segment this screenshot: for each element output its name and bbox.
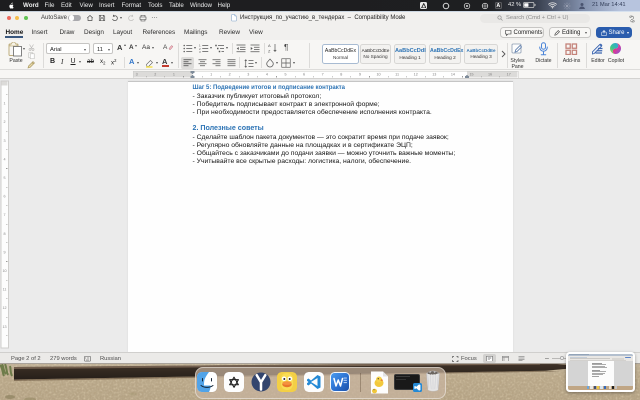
- svg-text:Z: Z: [268, 49, 271, 54]
- svg-text:12: 12: [414, 72, 418, 76]
- svg-text:6: 6: [303, 72, 305, 76]
- svg-text:1: 1: [173, 72, 175, 76]
- svg-text:12: 12: [2, 306, 6, 310]
- svg-text:2: 2: [154, 72, 156, 76]
- svg-text:16: 16: [488, 72, 492, 76]
- svg-text:11: 11: [395, 72, 399, 76]
- svg-text:9: 9: [3, 250, 5, 254]
- svg-text:4: 4: [266, 72, 268, 76]
- svg-text:5: 5: [284, 72, 286, 76]
- svg-text:3: 3: [136, 72, 138, 76]
- svg-text:14: 14: [451, 72, 455, 76]
- svg-text:8: 8: [3, 232, 5, 236]
- svg-text:17: 17: [507, 72, 511, 76]
- svg-text:2: 2: [229, 72, 231, 76]
- svg-text:10: 10: [2, 269, 6, 273]
- svg-text:15: 15: [469, 72, 473, 76]
- svg-text:2: 2: [3, 120, 5, 124]
- svg-text:8: 8: [340, 72, 342, 76]
- svg-text:7: 7: [3, 213, 5, 217]
- svg-text:11: 11: [3, 288, 7, 292]
- svg-text:3: 3: [199, 50, 201, 53]
- svg-text:A: A: [268, 43, 271, 48]
- svg-text:6: 6: [3, 195, 5, 199]
- svg-text:10: 10: [376, 72, 380, 76]
- svg-text:1: 1: [210, 72, 212, 76]
- svg-text:3: 3: [247, 72, 249, 76]
- svg-text:5: 5: [3, 176, 5, 180]
- svg-text:7: 7: [322, 72, 324, 76]
- svg-text:9: 9: [359, 72, 361, 76]
- svg-text:13: 13: [2, 325, 6, 329]
- svg-text:3: 3: [3, 139, 5, 143]
- svg-text:13: 13: [432, 72, 436, 76]
- svg-text:1: 1: [3, 102, 5, 106]
- svg-text:4: 4: [3, 157, 5, 161]
